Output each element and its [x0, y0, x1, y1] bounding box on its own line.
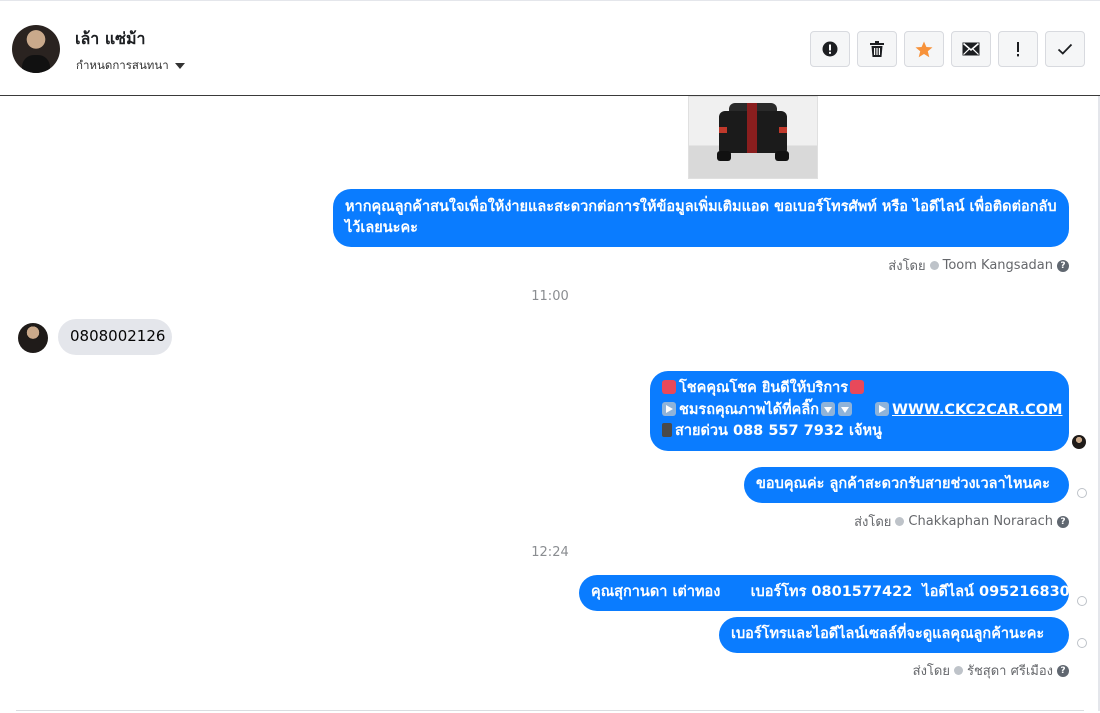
- check-icon: [1057, 43, 1073, 55]
- alert-circle-icon: [822, 41, 838, 57]
- car-photo-attachment[interactable]: [688, 96, 818, 179]
- mark-unread-button[interactable]: [951, 31, 991, 67]
- contact-avatar[interactable]: [12, 25, 60, 73]
- arrow-down-icon: [821, 401, 836, 416]
- sparkle-icon: [850, 380, 865, 394]
- contact-avatar-small[interactable]: [18, 323, 48, 353]
- promo-line-3: สายด่วน 088 557 7932 เจ้หนู: [662, 421, 1057, 443]
- outgoing-message[interactable]: เบอร์โทรและไอดีไลน์เซลล์ที่จะดูแลคุณลูกค…: [719, 617, 1069, 653]
- sender-name: รัชสุดา ศรีเมือง: [966, 664, 1053, 679]
- sent-by-label: ส่งโดย: [888, 259, 926, 274]
- composer-divider: [16, 710, 1084, 711]
- phone-icon: [662, 423, 672, 437]
- verified-icon: [953, 666, 963, 675]
- caret-down-icon: [174, 63, 185, 69]
- sent-by-info: ส่งโดย รัชสุดา ศรีเมือง ?: [913, 660, 1069, 681]
- contact-name[interactable]: เล้า แซ่ม้า: [75, 27, 146, 52]
- help-icon[interactable]: ?: [1057, 515, 1069, 528]
- message-thread: หากคุณลูกค้าสนใจเพื่อให้ง่ายและสะดวกต่อก…: [0, 96, 1100, 713]
- promo-line-2: ชมรถคุณภาพได้ที่คลิ๊ก WWW.CKC2CAR.COM: [662, 400, 1062, 422]
- header-toolbar: [810, 31, 1085, 67]
- help-icon[interactable]: ?: [1057, 259, 1069, 272]
- conversation-status-dropdown[interactable]: กำหนดการสนทนา: [76, 57, 185, 75]
- exclamation-icon: [1017, 42, 1019, 57]
- help-icon[interactable]: ?: [1057, 664, 1069, 677]
- sent-by-label: ส่งโดย: [912, 664, 950, 679]
- outgoing-message-promo[interactable]: โชคคุณโชค ยินดีให้บริการ ชมรถคุณภาพได้ที…: [650, 371, 1069, 451]
- delete-button[interactable]: [857, 31, 897, 67]
- star-button[interactable]: [904, 31, 944, 67]
- play-icon: [875, 401, 890, 416]
- sent-by-info: ส่งโดย Chakkaphan Norarach ?: [854, 511, 1069, 532]
- sparkle-icon: [662, 380, 676, 394]
- incoming-message[interactable]: 0808002126: [58, 319, 172, 355]
- arrow-down-icon: [838, 401, 853, 416]
- delivered-icon: [1077, 596, 1087, 606]
- star-icon: [915, 41, 933, 57]
- promo-line-1: โชคคุณโชค ยินดีให้บริการ: [662, 378, 1057, 400]
- verified-icon: [895, 517, 905, 526]
- sender-name: Toom Kangsadan: [942, 258, 1053, 273]
- sent-by-info: ส่งโดย Toom Kangsadan ?: [888, 255, 1069, 276]
- conversation-header: เล้า แซ่ม้า กำหนดการสนทนา: [0, 0, 1100, 96]
- envelope-icon: [962, 42, 980, 56]
- verified-icon: [929, 261, 939, 270]
- important-button[interactable]: [998, 31, 1038, 67]
- outgoing-message[interactable]: คุณสุกานดา เต่าทอง เบอร์โทร 0801577422 ไ…: [579, 575, 1080, 611]
- trash-icon: [870, 41, 884, 57]
- timestamp-separator: 12:24: [531, 545, 569, 560]
- play-icon: [662, 401, 676, 416]
- outgoing-message[interactable]: หากคุณลูกค้าสนใจเพื่อให้ง่ายและสะดวกต่อก…: [333, 189, 1069, 247]
- sent-by-label: ส่งโดย: [854, 515, 892, 530]
- mark-done-button[interactable]: [1045, 31, 1085, 67]
- report-spam-button[interactable]: [810, 31, 850, 67]
- outgoing-message[interactable]: ขอบคุณค่ะ ลูกค้าสะดวกรับสายช่วงเวลาไหนคะ: [744, 467, 1069, 503]
- conversation-status-label: กำหนดการสนทนา: [76, 58, 169, 72]
- delivered-icon: [1077, 488, 1087, 498]
- delivered-icon: [1077, 638, 1087, 648]
- website-link[interactable]: WWW.CKC2CAR.COM: [892, 402, 1062, 418]
- sender-name: Chakkaphan Norarach: [908, 514, 1053, 529]
- seen-avatar: [1072, 435, 1086, 449]
- timestamp-separator: 11:00: [531, 289, 569, 304]
